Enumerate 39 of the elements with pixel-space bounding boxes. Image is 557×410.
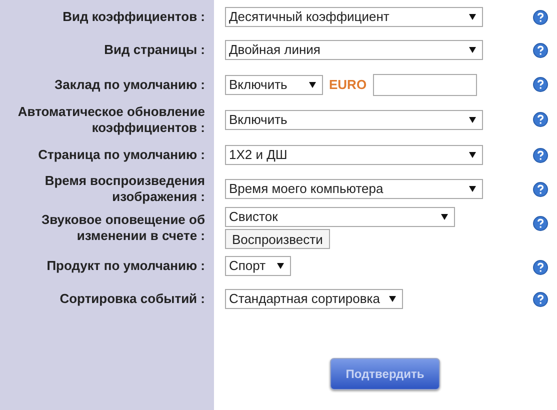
caret-icon bbox=[389, 296, 396, 302]
caret-icon bbox=[469, 152, 476, 158]
caret-icon bbox=[469, 117, 476, 123]
help-icon[interactable] bbox=[532, 260, 548, 275]
setting-label: Страница по умолчанию : bbox=[37, 147, 205, 163]
dropdown[interactable]: Свисток bbox=[225, 207, 455, 227]
help-icon[interactable] bbox=[532, 10, 548, 25]
setting-label: Вид страницы : bbox=[103, 42, 205, 58]
setting-label: Продукт по умолчанию : bbox=[46, 258, 205, 274]
caret-icon bbox=[277, 263, 284, 269]
help-icon[interactable] bbox=[532, 292, 548, 307]
setting-label: Вид коэффициентов : bbox=[62, 8, 205, 24]
dropdown[interactable]: Время моего компьютера bbox=[225, 179, 483, 199]
setting-label: Звуковое оповещение об изменении в счете : bbox=[40, 212, 205, 244]
dropdown[interactable]: Стандартная сортировка bbox=[225, 289, 403, 309]
amount-field[interactable] bbox=[372, 74, 477, 96]
caret-icon bbox=[469, 14, 476, 20]
dropdown[interactable]: Включить bbox=[225, 110, 483, 130]
setting-label: Время воспроизведения изображения : bbox=[44, 173, 205, 205]
help-icon[interactable] bbox=[532, 182, 548, 197]
setting-label: Заклад по умолчанию : bbox=[53, 76, 205, 92]
dropdown[interactable]: Десятичный коэффициент bbox=[225, 6, 483, 26]
help-icon[interactable] bbox=[532, 43, 548, 58]
dropdown[interactable]: Спорт bbox=[225, 256, 291, 276]
dropdown[interactable]: Двойная линия bbox=[225, 40, 483, 60]
dropdown[interactable]: Включить bbox=[225, 74, 323, 94]
caret-icon bbox=[469, 47, 476, 53]
setting-label: Сортировка событий : bbox=[58, 291, 205, 307]
currency-label: EURO bbox=[329, 76, 367, 94]
setting-label: Автоматическое обновление коэффициентов : bbox=[16, 104, 205, 136]
dropdown[interactable]: 1X2 и ДШ bbox=[225, 145, 483, 165]
caret-icon bbox=[469, 186, 476, 192]
help-icon[interactable] bbox=[532, 77, 548, 92]
help-icon[interactable] bbox=[532, 112, 548, 127]
play-button[interactable]: Воспроизвести bbox=[225, 229, 330, 249]
help-icon[interactable] bbox=[532, 216, 548, 231]
caret-icon bbox=[441, 214, 448, 220]
help-icon[interactable] bbox=[532, 148, 548, 163]
caret-icon bbox=[309, 82, 316, 88]
